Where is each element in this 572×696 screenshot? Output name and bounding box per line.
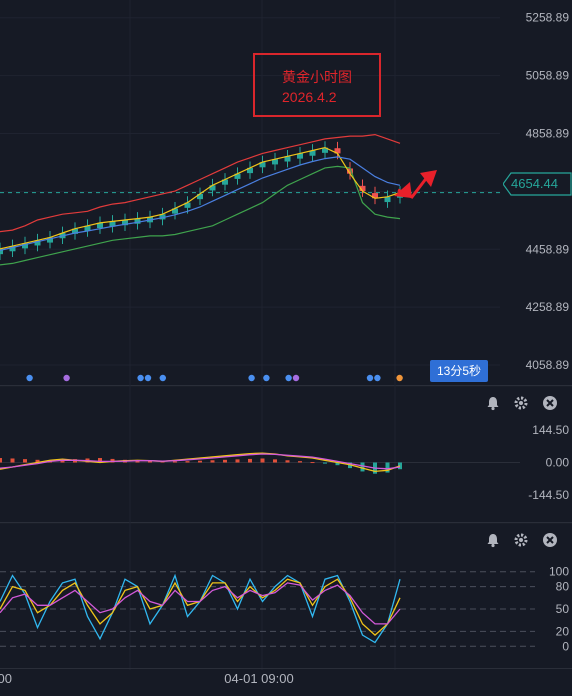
macd-bar xyxy=(235,459,240,463)
signal-marker xyxy=(248,374,255,382)
macd-bar xyxy=(273,459,277,463)
macd-bar xyxy=(323,462,327,464)
macd-bar xyxy=(0,458,2,463)
panel-separator xyxy=(0,385,572,387)
price-tick-label: 4258.89 xyxy=(526,300,570,314)
macd-bar xyxy=(260,458,265,463)
macd-bell-icon[interactable] xyxy=(485,395,501,411)
signal-marker xyxy=(263,374,270,382)
x-tick-label: 00 xyxy=(0,671,12,686)
macd-bar xyxy=(223,459,227,463)
price-tick-label: 4458.89 xyxy=(526,242,570,256)
kdj-tick-label: 20 xyxy=(556,624,570,638)
macd-tick-label: 144.50 xyxy=(532,423,569,437)
countdown-badge: 13分5秒 xyxy=(430,360,488,382)
annotation-box: 黄金小时图 2026.4.2 xyxy=(253,53,381,117)
macd-bar xyxy=(23,459,27,463)
price-tick-label: 4858.89 xyxy=(526,126,570,140)
macd-bar xyxy=(285,460,290,463)
macd-bar xyxy=(298,461,302,463)
signal-marker xyxy=(396,374,403,382)
macd-tick-label: -144.50 xyxy=(528,488,569,502)
kdj-close-icon[interactable] xyxy=(542,532,558,548)
macd-bar xyxy=(360,462,365,472)
kdj-tick-label: 50 xyxy=(556,602,570,616)
macd-tick-label: 0.00 xyxy=(546,456,570,470)
annotation-title: 黄金小时图 xyxy=(282,69,352,85)
macd-close-icon[interactable] xyxy=(542,395,558,411)
x-tick-label: 04-01 09:00 xyxy=(224,671,293,686)
current-price-tag: 4654.44 xyxy=(503,172,572,196)
signal-marker xyxy=(137,374,144,382)
macd-gear-icon[interactable] xyxy=(513,395,529,411)
kdj-bell-icon[interactable] xyxy=(485,532,501,548)
signal-marker xyxy=(374,374,381,382)
price-tick-label: 5058.89 xyxy=(526,69,570,83)
macd-bar xyxy=(310,462,315,464)
price-series-bollinger-lower xyxy=(0,165,401,266)
signal-marker xyxy=(26,374,33,382)
macd-bar xyxy=(248,458,252,463)
current-price-label: 4654.44 xyxy=(511,176,558,191)
kdj-gear-icon[interactable] xyxy=(513,532,529,548)
macd-bar xyxy=(10,458,15,463)
panel-separator xyxy=(0,522,572,524)
signal-marker xyxy=(285,374,292,382)
x-axis-line xyxy=(0,668,572,669)
kdj-tick-label: 100 xyxy=(549,565,569,579)
kdj-tick-label: 80 xyxy=(556,580,570,594)
macd-bar xyxy=(210,460,215,463)
signal-marker xyxy=(292,374,300,382)
price-tick-label: 4058.89 xyxy=(526,358,570,372)
kdj-series-j xyxy=(0,582,401,625)
kdj-tick-label: 0 xyxy=(562,639,569,653)
signal-marker xyxy=(144,374,152,382)
signal-marker xyxy=(159,374,166,382)
macd-bar xyxy=(198,460,202,463)
macd-bar xyxy=(185,461,190,463)
macd-bar xyxy=(173,461,177,463)
signal-marker xyxy=(366,374,374,382)
annotation-date: 2026.4.2 xyxy=(282,89,337,105)
signal-marker xyxy=(63,374,70,382)
price-tick-label: 5258.89 xyxy=(526,11,570,25)
